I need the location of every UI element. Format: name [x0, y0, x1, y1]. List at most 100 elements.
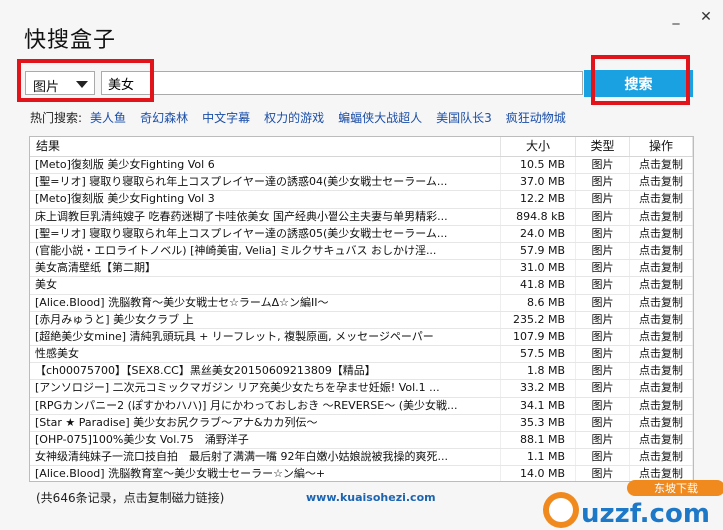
result-size: 57.5 MB: [501, 346, 576, 363]
result-size: 8.6 MB: [501, 294, 576, 311]
result-size: 235.2 MB: [501, 311, 576, 328]
copy-link-button[interactable]: 点击复制: [630, 157, 693, 174]
result-type: 图片: [576, 174, 630, 191]
copy-link-button[interactable]: 点击复制: [630, 397, 693, 414]
copy-link-button[interactable]: 点击复制: [630, 380, 693, 397]
result-size: 12.2 MB: [501, 191, 576, 208]
result-size: 37.0 MB: [501, 174, 576, 191]
result-type: 图片: [576, 294, 630, 311]
result-name: 【ch00075700】【SEX8.CC】黑丝美女20150609213809【…: [30, 363, 501, 380]
result-size: 24.0 MB: [501, 225, 576, 242]
column-header-op[interactable]: 操作: [630, 137, 693, 156]
column-header-name[interactable]: 结果: [30, 137, 501, 156]
result-size: 33.2 MB: [501, 380, 576, 397]
table-row[interactable]: (官能小説・エロライトノベル) [神崎美宙, Velia] ミルクサキュバス お…: [30, 242, 693, 261]
hot-searches: 热门搜索: 美人鱼 奇幻森林 中文字幕 权力的游戏 蝙蝠侠大战超人 美国队长3 …: [30, 109, 580, 126]
table-row[interactable]: [赤月みゅうと] 美少女クラブ 上 235.2 MB 图片 点击复制: [30, 311, 693, 329]
table-row[interactable]: [OHP-075]100%美少女 Vol.75 涌野洋子 88.1 MB 图片 点击复…: [30, 432, 693, 450]
result-type: 图片: [576, 225, 630, 242]
result-type: 图片: [576, 260, 630, 277]
table-body: [Meto]復刻版 美少女Fighting Vol 6 10.5 MB 图片 点击复制…: [30, 157, 693, 481]
column-header-size[interactable]: 大小: [501, 137, 576, 156]
result-size: 1.8 MB: [501, 363, 576, 380]
table-row[interactable]: 【ch00075700】【SEX8.CC】黑丝美女20150609213809【…: [30, 363, 693, 381]
hot-link[interactable]: 中文字幕: [202, 109, 250, 126]
copy-link-button[interactable]: 点击复制: [630, 328, 693, 346]
copy-link-button[interactable]: 点击复制: [630, 432, 693, 449]
table-row[interactable]: [聖=リオ] 寝取り寝取られ年上コスプレイヤー達の誘惑04(美少女戦士セーラーム…: [30, 174, 693, 192]
result-size: 35.3 MB: [501, 414, 576, 431]
copy-link-button[interactable]: 点击复制: [630, 174, 693, 191]
table-row[interactable]: [Meto]復刻版 美少女Fighting Vol 3 12.2 MB 图片 点击复制: [30, 191, 693, 209]
result-name: 床上调教巨乳清纯嫂子 吃春药迷糊了卡哇依美女 国产经典小쪝公主夫妻与单男精彩..…: [30, 208, 501, 225]
table-row[interactable]: [Alice.Blood] 洗脳教育～美少女戦士セ☆ラームΔ☆ン編II～ 8.6 …: [30, 294, 693, 312]
result-size: 10.5 MB: [501, 157, 576, 174]
hot-link[interactable]: 蝙蝠侠大战超人: [338, 109, 422, 126]
table-row[interactable]: [RPGカンパニー2 (ぽすかわハハ)] 月にかわっておしおき ～REVERSE…: [30, 397, 693, 415]
result-name: [Meto]復刻版 美少女Fighting Vol 6: [30, 157, 501, 174]
copy-link-button[interactable]: 点击复制: [630, 414, 693, 431]
minimize-icon[interactable]: _: [669, 10, 683, 24]
result-type: 图片: [576, 328, 630, 346]
result-size: 57.9 MB: [501, 242, 576, 260]
results-table: 结果 大小 类型 操作 [Meto]復刻版 美少女Fighting Vol 61…: [29, 136, 694, 482]
result-size: 88.1 MB: [501, 432, 576, 449]
result-name: 美女: [30, 277, 501, 294]
table-row[interactable]: [超絶美少女mine] 清純乳頭玩具 + リーフレット, 複製原画, メッセージ…: [30, 328, 693, 347]
copy-link-button[interactable]: 点击复制: [630, 294, 693, 311]
result-size: 107.9 MB: [501, 328, 576, 346]
result-type: 图片: [576, 414, 630, 431]
table-row[interactable]: 美女高清壁纸【第二期】 31.0 MB 图片 点击复制: [30, 260, 693, 278]
column-header-type[interactable]: 类型: [576, 137, 630, 156]
copy-link-button[interactable]: 点击复制: [630, 311, 693, 328]
copy-link-button[interactable]: 点击复制: [630, 191, 693, 208]
table-row[interactable]: [アンソロジー] 二次元コミックマガジン リア充美少女たちを孕ませ妊娠! Vol…: [30, 380, 693, 398]
table-header: 结果 大小 类型 操作: [30, 137, 693, 157]
result-size: 41.8 MB: [501, 277, 576, 294]
app-title: 快搜盒子: [24, 28, 117, 53]
copy-link-button[interactable]: 点击复制: [630, 260, 693, 277]
result-name: [RPGカンパニー2 (ぽすかわハハ)] 月にかわっておしおき ～REVERSE…: [30, 397, 501, 414]
table-row[interactable]: 美女 41.8 MB 图片 点击复制: [30, 277, 693, 295]
table-row[interactable]: 性感美女 57.5 MB 图片 点击复制: [30, 346, 693, 364]
copy-link-button[interactable]: 点击复制: [630, 449, 693, 466]
copy-link-button[interactable]: 点击复制: [630, 208, 693, 225]
copy-link-button[interactable]: 点击复制: [630, 363, 693, 380]
table-row[interactable]: 女神级清纯妹子一流口技自拍 最后射了满满一嘴 92年白嫩小姑娘說被我操的爽死..…: [30, 449, 693, 467]
result-name: [Alice.Blood] 洗脳教育室～美少女戦士セーラー☆ン編～+: [30, 466, 501, 481]
result-type: 图片: [576, 311, 630, 328]
hot-link[interactable]: 美国队长3: [436, 109, 492, 126]
hot-link[interactable]: 奇幻森林: [140, 109, 188, 126]
record-count: (共646条记录，点击复制磁力链接): [36, 491, 225, 505]
result-name: [赤月みゅうと] 美少女クラブ 上: [30, 311, 501, 328]
result-type: 图片: [576, 449, 630, 466]
hot-link[interactable]: 权力的游戏: [264, 109, 324, 126]
result-name: 美女高清壁纸【第二期】: [30, 260, 501, 277]
copy-link-button[interactable]: 点击复制: [630, 225, 693, 242]
copy-link-button[interactable]: 点击复制: [630, 277, 693, 294]
close-icon[interactable]: ✕: [699, 10, 713, 24]
copy-link-button[interactable]: 点击复制: [630, 346, 693, 363]
table-row[interactable]: 床上调教巨乳清纯嫂子 吃春药迷糊了卡哇依美女 国产经典小쪝公主夫妻与单男精彩..…: [30, 208, 693, 226]
table-row[interactable]: [聖=リオ] 寝取り寝取られ年上コスプレイヤー達の誘惑05(美少女戦士セーラーム…: [30, 225, 693, 243]
table-row[interactable]: [Star ★ Paradise] 美少女お尻クラブ～アナ&カカ列伝～ 35.3 …: [30, 414, 693, 432]
hot-link[interactable]: 美人鱼: [90, 109, 126, 126]
watermark-logo: 东坡下载 uzzf.com: [543, 480, 723, 529]
result-type: 图片: [576, 432, 630, 449]
result-name: [Star ★ Paradise] 美少女お尻クラブ～アナ&カカ列伝～: [30, 414, 501, 431]
table-row[interactable]: [Meto]復刻版 美少女Fighting Vol 6 10.5 MB 图片 点击复制: [30, 157, 693, 175]
copy-link-button[interactable]: 点击复制: [630, 242, 693, 260]
highlight-box-search: [17, 59, 154, 102]
website-url[interactable]: www.kuaisohezi.com: [306, 491, 436, 504]
hot-link[interactable]: 疯狂动物城: [506, 109, 566, 126]
watermark-brand: uzzf.com: [581, 499, 710, 529]
search-input[interactable]: [101, 71, 583, 95]
result-size: 1.1 MB: [501, 449, 576, 466]
result-name: [アンソロジー] 二次元コミックマガジン リア充美少女たちを孕ませ妊娠! Vol…: [30, 380, 501, 397]
hot-searches-label: 热门搜索:: [30, 111, 83, 125]
result-type: 图片: [576, 157, 630, 174]
result-name: [聖=リオ] 寝取り寝取られ年上コスプレイヤー達の誘惑05(美少女戦士セーラーム…: [30, 225, 501, 242]
result-type: 图片: [576, 346, 630, 363]
result-name: [Alice.Blood] 洗脳教育～美少女戦士セ☆ラームΔ☆ン編II～: [30, 294, 501, 311]
watermark-tag: 东坡下载: [654, 482, 698, 495]
